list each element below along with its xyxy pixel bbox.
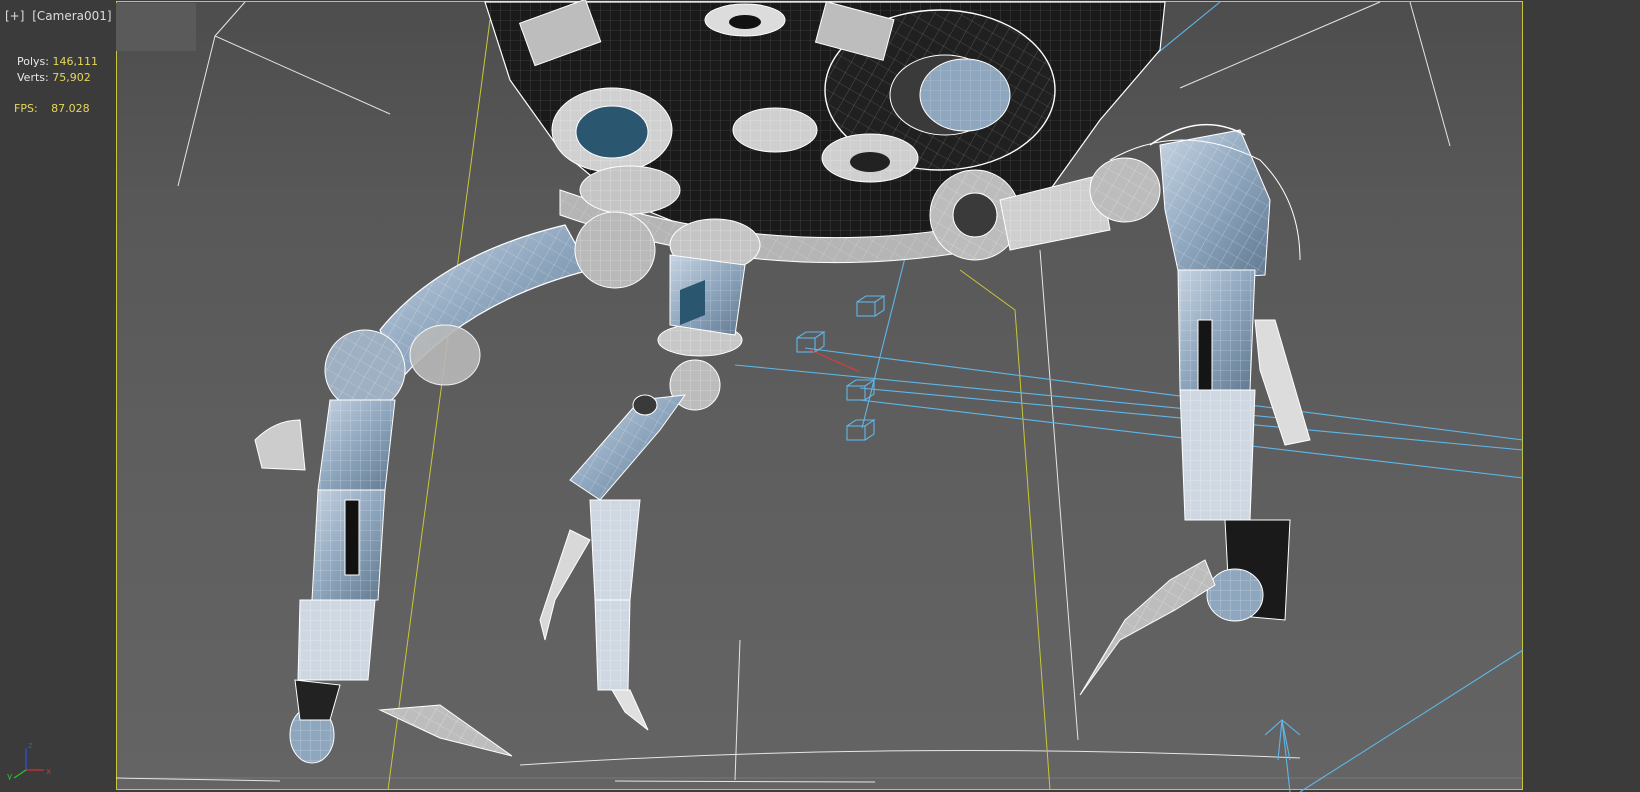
viewport-camera-label[interactable]: [Camera001] (32, 9, 111, 23)
axis-z-label: z (28, 741, 33, 751)
axis-y-label: y (7, 772, 13, 780)
camera-viewport[interactable]: [+] [Camera001] Polys: 146,111 Verts: 75… (0, 0, 1640, 792)
pivot-red-axis (809, 349, 861, 373)
scene-wireframe-render[interactable] (0, 0, 1640, 792)
polys-stat: Polys: 146,111 (17, 55, 98, 68)
fps-value: 87.028 (51, 102, 90, 115)
axis-y-line (13, 769, 27, 779)
axis-x-label: x (46, 767, 52, 777)
verts-label: Verts: (17, 71, 49, 84)
polys-value: 146,111 (52, 55, 98, 68)
verts-stat: Verts: 75,902 (17, 71, 91, 84)
fps-stat: FPS: 87.028 (14, 102, 90, 115)
verts-value: 75,902 (52, 71, 91, 84)
axis-tripod-icon: x z y (7, 741, 52, 780)
robot-arm-right[interactable] (999, 123, 1311, 696)
robot-arm-middle[interactable] (539, 254, 746, 731)
viewport-label: [+] [Camera001] (5, 9, 112, 23)
polys-label: Polys: (17, 55, 49, 68)
fps-label: FPS: (14, 102, 38, 115)
viewport-menu-button[interactable]: [+] (5, 9, 24, 23)
